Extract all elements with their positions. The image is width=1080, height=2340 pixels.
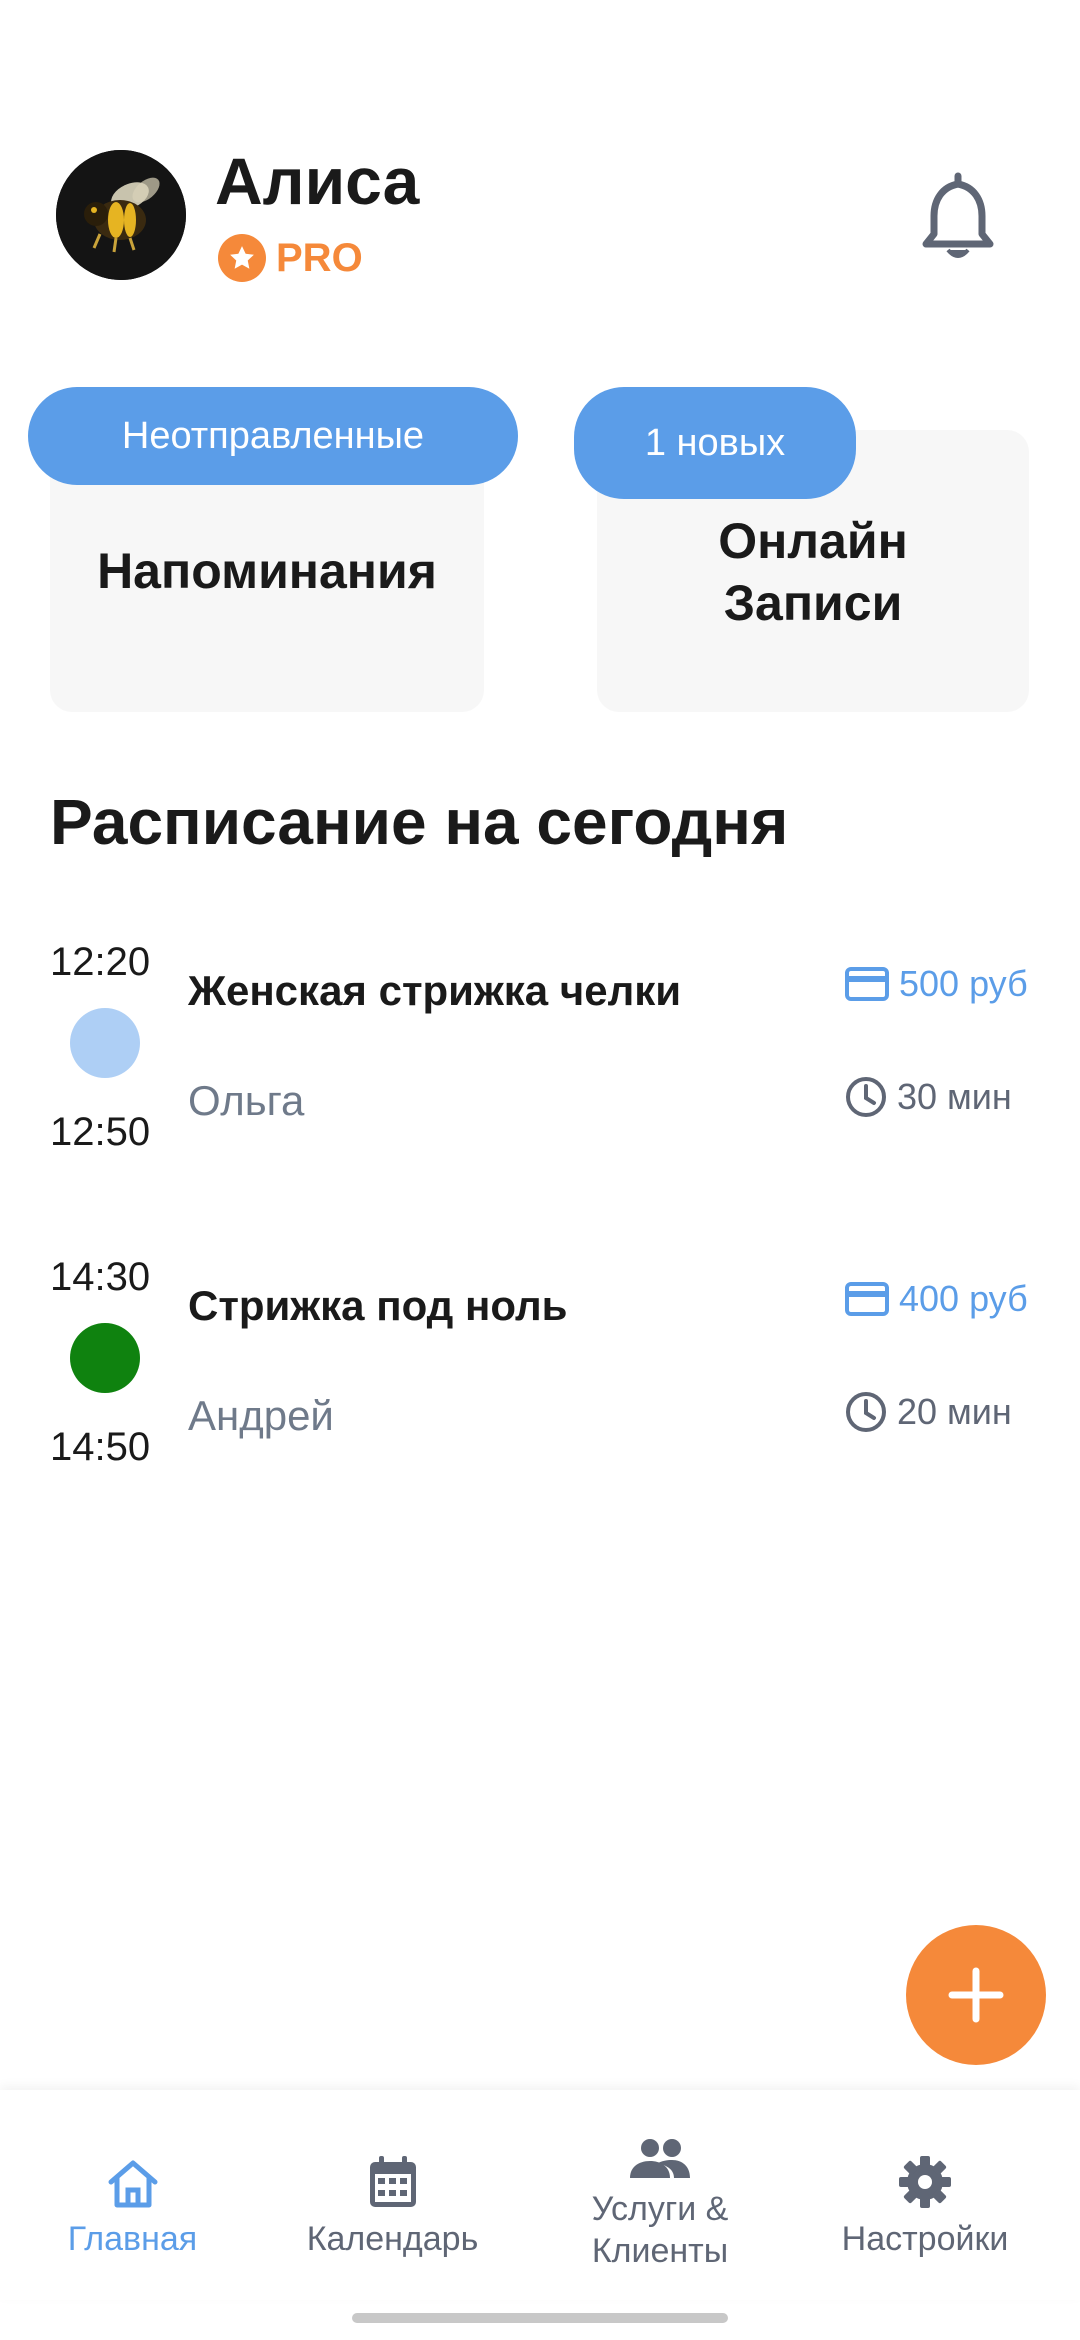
clock-icon [846,1077,886,1117]
card-icon [845,1282,889,1316]
bell-icon[interactable] [918,172,998,262]
bee-icon [56,150,186,280]
avatar[interactable] [56,150,186,280]
plus-icon [948,1967,1004,2023]
pro-badge: PRO [218,234,363,282]
online-title-line1: Онлайн [718,513,908,569]
nav-services-line2: Клиенты [591,2232,729,2270]
pro-label: PRO [276,236,363,280]
online-bookings-title: Онлайн Записи [597,510,1029,634]
end-time: 12:50 [50,1110,151,1154]
home-indicator[interactable] [352,2313,728,2323]
duration: 30 мин [845,1076,1012,1118]
schedule-title: Расписание на сегодня [50,786,789,858]
price-value: 400 руб [899,1278,1028,1319]
unsent-badge: Неотправленные [28,387,518,485]
color-dot [70,1323,140,1393]
nav-home[interactable]: Главная [30,2090,235,2300]
price-value: 500 руб [899,963,1028,1004]
duration-value: 20 мин [897,1391,1012,1432]
new-bookings-badge: 1 новых [574,387,856,499]
nav-services-clients[interactable]: Услуги & Клиенты [560,2090,760,2300]
duration-value: 30 мин [897,1076,1012,1117]
add-button[interactable] [906,1925,1046,2065]
nav-services-line1: Услуги & [591,2190,729,2228]
start-time: 14:30 [50,1255,151,1299]
color-dot [70,1008,140,1078]
duration: 20 мин [845,1391,1012,1433]
nav-calendar-label: Календарь [306,2220,479,2258]
end-time: 14:50 [50,1425,151,1469]
star-icon [218,234,266,282]
nav-services-label: Услуги & Клиенты [592,2188,729,2272]
nav-home-label: Главная [67,2220,198,2258]
service-name: Женская стрижка челки [188,967,682,1014]
reminders-title: Напоминания [97,543,437,599]
card-icon [845,967,889,1001]
home-icon [105,2140,161,2210]
price: 500 руб [845,966,1028,1002]
start-time: 12:20 [50,940,151,984]
people-icon [628,2120,692,2180]
online-title-line2: Записи [723,575,903,631]
user-name: Алиса [215,144,420,218]
appointment-item[interactable]: 14:30 14:50 Стрижка под ноль Андрей 400 … [0,1245,1080,1505]
gear-icon [897,2140,953,2210]
client-name: Андрей [188,1392,334,1439]
price: 400 руб [845,1281,1028,1317]
service-name: Стрижка под ноль [188,1282,568,1329]
nav-settings-label: Настройки [841,2220,1009,2258]
home-screen: Алиса PRO Напоминания Неотправленные Онл… [0,0,1080,2340]
nav-settings[interactable]: Настройки [815,2090,1035,2300]
bottom-navigation: Главная Календарь Услуги & Клиенты Настр… [0,2090,1080,2300]
client-name: Ольга [188,1077,305,1124]
appointment-item[interactable]: 12:20 12:50 Женская стрижка челки Ольга … [0,930,1080,1190]
clock-icon [846,1392,886,1432]
calendar-icon [367,2140,419,2210]
nav-calendar[interactable]: Календарь [280,2090,505,2300]
